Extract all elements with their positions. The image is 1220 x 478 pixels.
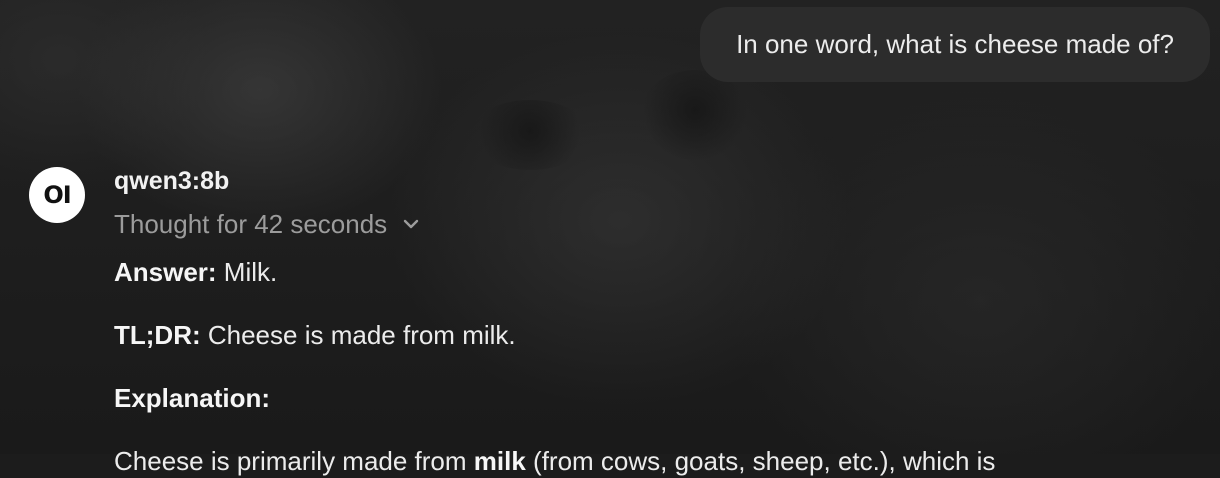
chevron-down-icon (403, 219, 419, 229)
background-shadow (470, 100, 590, 170)
thought-toggle[interactable]: Thought for 42 seconds (114, 207, 1204, 241)
background-shadow (640, 70, 750, 160)
tldr-line: TL;DR: Cheese is made from milk. (114, 318, 1204, 352)
user-message-bubble: In one word, what is cheese made of? (700, 7, 1210, 82)
tldr-text: Cheese is made from milk. (200, 320, 516, 350)
explanation-prefix: Cheese is primarily made from (114, 446, 474, 476)
answer-text: Milk. (216, 257, 278, 287)
tldr-label: TL;DR: (114, 320, 201, 350)
explanation-heading-text: Explanation: (114, 383, 271, 413)
explanation-heading: Explanation: (114, 381, 1204, 415)
avatar-logo-text: OI (43, 181, 71, 209)
thought-label: Thought for 42 seconds (114, 209, 388, 239)
explanation-text: Cheese is primarily made from milk (from… (114, 444, 1204, 478)
user-message-text: In one word, what is cheese made of? (736, 29, 1174, 59)
answer-line: Answer: Milk. (114, 255, 1204, 289)
assistant-avatar: OI (29, 167, 85, 223)
explanation-bold: milk (473, 446, 526, 476)
model-name: qwen3:8b (114, 167, 230, 195)
explanation-suffix: (from cows, goats, sheep, etc.), which i… (525, 446, 996, 476)
assistant-message: qwen3:8b Thought for 42 seconds Answer: … (114, 164, 1204, 478)
answer-label: Answer: (114, 257, 217, 287)
